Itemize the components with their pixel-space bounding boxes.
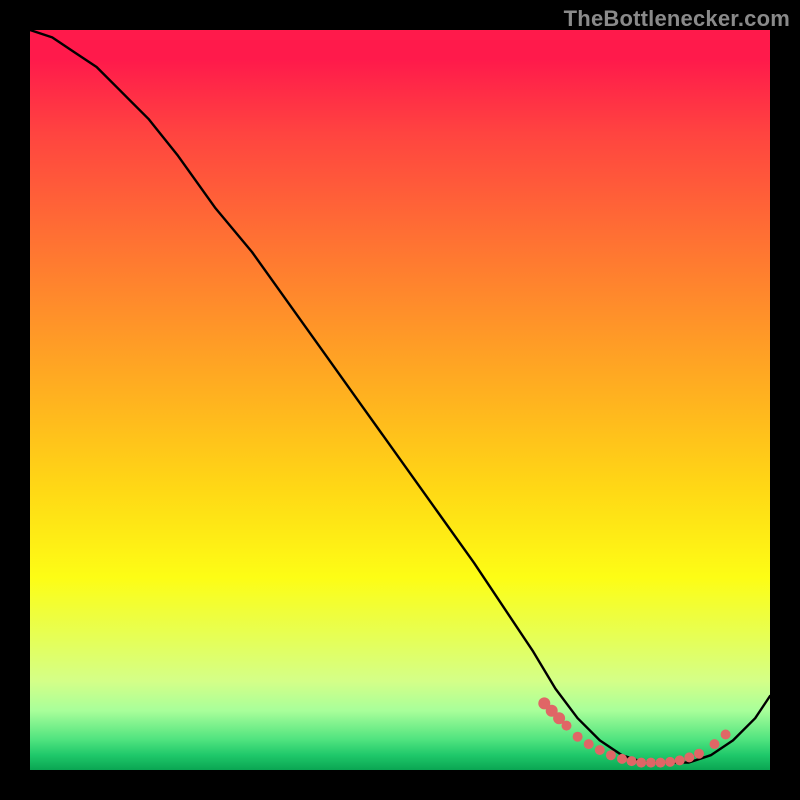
curve-marker xyxy=(617,754,627,764)
curve-marker xyxy=(584,739,594,749)
curve-marker xyxy=(710,739,720,749)
curve-markers xyxy=(538,697,730,767)
watermark-text: TheBottlenecker.com xyxy=(564,6,790,32)
curve-marker xyxy=(675,755,685,765)
curve-marker xyxy=(646,758,656,768)
curve-marker xyxy=(665,757,675,767)
bottleneck-curve xyxy=(30,30,770,763)
curve-marker xyxy=(627,756,637,766)
curve-marker xyxy=(573,732,583,742)
curve-marker xyxy=(636,758,646,768)
curve-marker xyxy=(684,752,694,762)
curve-marker xyxy=(606,750,616,760)
chart-stage: TheBottlenecker.com xyxy=(0,0,800,800)
curve-marker xyxy=(694,749,704,759)
curve-marker xyxy=(595,745,605,755)
curve-marker xyxy=(562,721,572,731)
plot-area xyxy=(30,30,770,770)
curve-marker xyxy=(656,758,666,768)
curve-marker xyxy=(721,730,731,740)
curve-svg xyxy=(30,30,770,770)
